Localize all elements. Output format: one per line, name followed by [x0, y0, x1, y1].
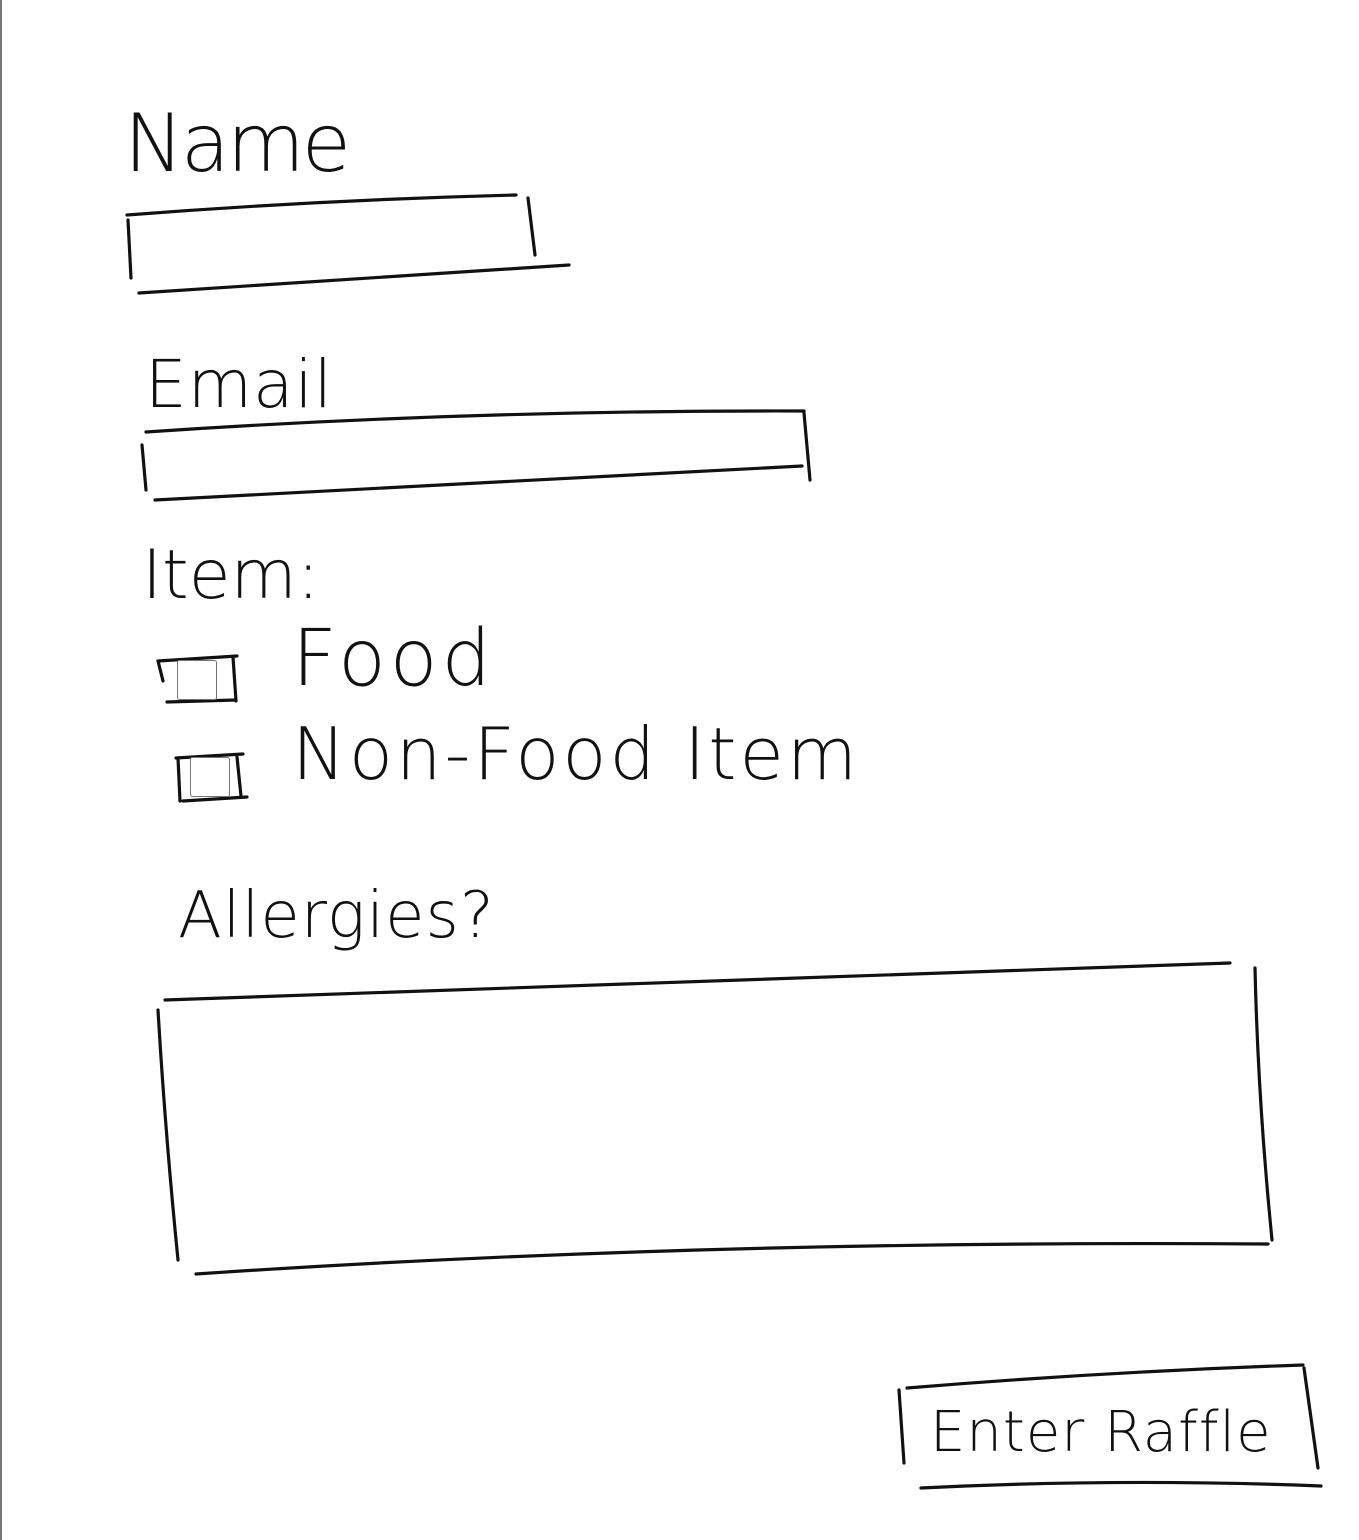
nonfood-option-label: Non-Food Item — [292, 712, 860, 796]
name-input[interactable] — [132, 212, 527, 280]
canvas-left-edge — [0, 0, 2, 1540]
nonfood-checkbox[interactable] — [180, 757, 240, 797]
email-label: Email — [145, 346, 334, 423]
enter-raffle-button[interactable] — [904, 1372, 1314, 1482]
allergies-textarea-outline — [163, 961, 1232, 1002]
email-input[interactable] — [148, 428, 803, 488]
allergies-textarea[interactable] — [170, 1000, 1250, 1240]
allergies-label: Allergies? — [178, 879, 495, 953]
food-option-label: Food — [292, 614, 496, 704]
item-label: Item: — [142, 536, 320, 615]
name-label: Name — [124, 97, 351, 190]
food-checkbox[interactable] — [160, 660, 234, 700]
